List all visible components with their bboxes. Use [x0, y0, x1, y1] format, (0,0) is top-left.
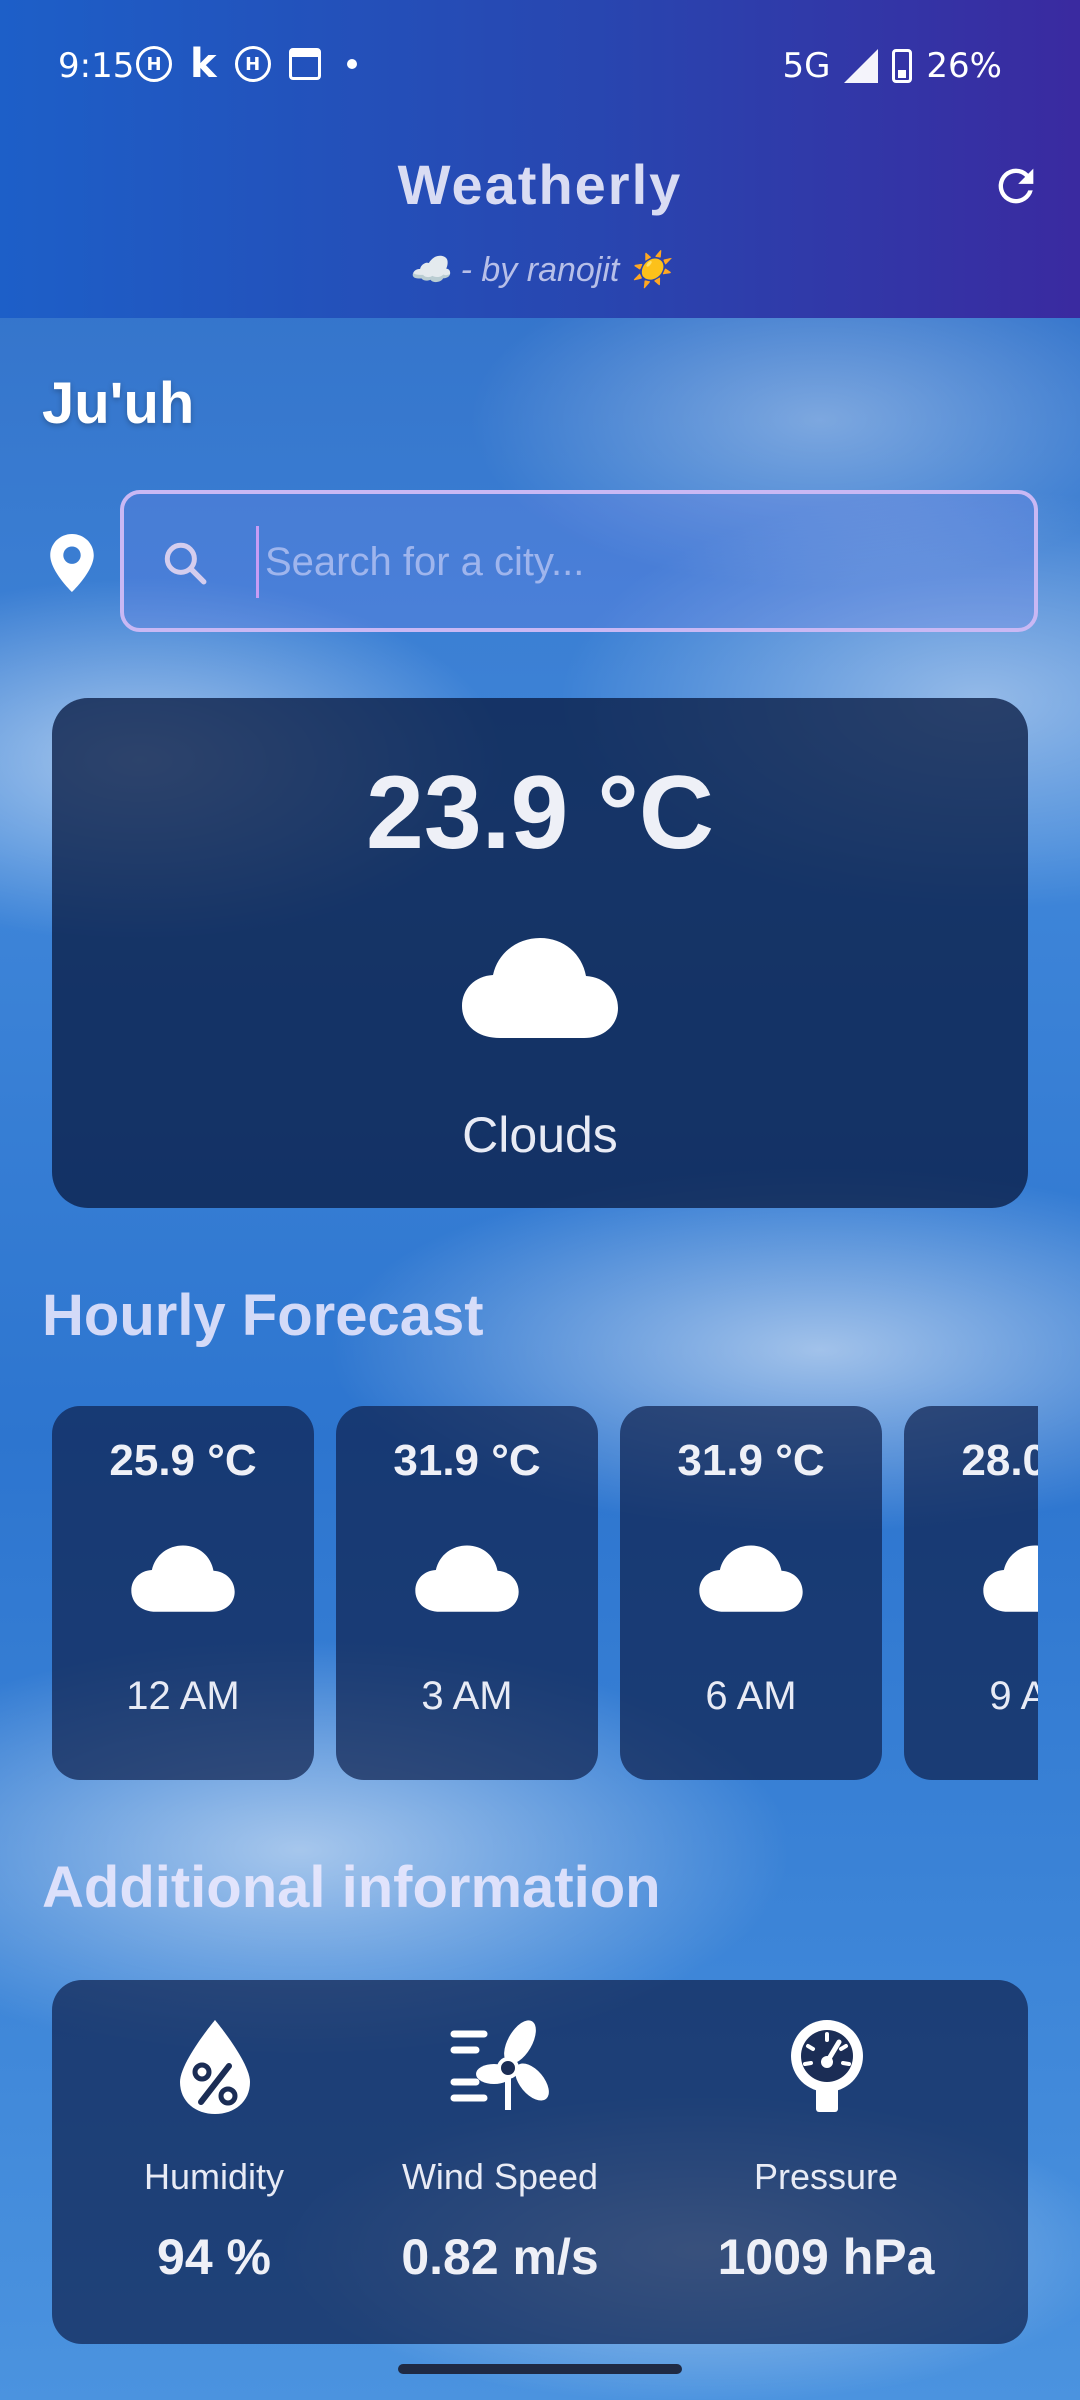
current-temperature: 23.9 °C [365, 755, 714, 871]
pressure-icon [791, 2020, 863, 2112]
search-icon [164, 542, 207, 585]
pressure-item: Pressure 1009 hPa [676, 1980, 976, 2344]
wind-speed-value: 0.82 m/s [401, 2229, 599, 2285]
search-input[interactable] [256, 526, 996, 598]
status-bar: 9:15 H k H 5G 26% [0, 0, 1080, 130]
hourly-forecast-card: 31.9 °C 3 AM [336, 1406, 598, 1780]
cloud-icon [462, 938, 618, 1038]
k-app-notification-icon: k [190, 41, 217, 87]
app-notification-icon: H [136, 46, 172, 82]
cloud-icon [699, 1545, 803, 1612]
hourly-time: 12 AM [126, 1674, 240, 1718]
app-subtitle: ☁️ - by ranojit ☀️ [408, 251, 672, 289]
humidity-label: Humidity [143, 2156, 285, 2197]
hourly-temperature: 31.9 °C [393, 1436, 541, 1485]
wind-speed-item: Wind Speed 0.82 m/s [350, 1980, 650, 2344]
battery-level: 26% [926, 46, 1002, 86]
app-notification-icon: H [234, 46, 271, 82]
status-time: 9:15 [58, 46, 135, 86]
hourly-time: 9 AM [989, 1674, 1038, 1718]
cloud-icon [983, 1545, 1038, 1612]
hourly-temperature: 28.0 °C [961, 1436, 1038, 1485]
status-indicators: 5G 26% [782, 46, 1002, 86]
hourly-forecast-card: 25.9 °C 12 AM [52, 1406, 314, 1780]
home-indicator[interactable] [398, 2364, 682, 2374]
signal-icon [844, 49, 879, 83]
app-bar: 9:15 H k H 5G 26% Weatherly ☁️ - by rano… [0, 0, 1080, 318]
battery-icon [892, 49, 913, 83]
pressure-label: Pressure [753, 2156, 899, 2197]
city-name: Ju'uh [42, 371, 195, 436]
humidity-icon [180, 2020, 250, 2114]
hourly-time: 6 AM [705, 1674, 797, 1718]
current-condition: Clouds [462, 1107, 618, 1163]
wind-icon [450, 2020, 549, 2110]
hourly-forecast-list[interactable]: 25.9 °C 12 AM 31.9 °C 3 AM 31.9 °C 6 AM … [52, 1406, 1038, 1786]
hourly-forecast-card: 31.9 °C 6 AM [620, 1406, 882, 1780]
wind-speed-label: Wind Speed [401, 2156, 599, 2197]
calendar-icon [288, 48, 321, 80]
app-title: Weatherly [397, 153, 683, 216]
network-type: 5G [782, 46, 831, 86]
additional-info-title: Additional information [42, 1855, 661, 1920]
humidity-value: 94 % [157, 2229, 271, 2285]
refresh-button[interactable] [990, 160, 1042, 212]
additional-info-card: Humidity 94 % Wind Speed 0.82 m/s Pressu… [52, 1980, 1028, 2344]
current-weather-card: 23.9 °C Clouds [52, 698, 1028, 1208]
hourly-temperature: 25.9 °C [109, 1436, 257, 1485]
notification-icons: H k H [136, 41, 357, 87]
humidity-item: Humidity 94 % [64, 1980, 364, 2344]
hourly-temperature: 31.9 °C [677, 1436, 825, 1485]
location-pin-icon [50, 534, 94, 592]
cloud-icon [131, 1545, 235, 1612]
cloud-icon [415, 1545, 519, 1612]
current-location-button[interactable] [50, 534, 94, 592]
pressure-value: 1009 hPa [717, 2229, 935, 2285]
search-box[interactable] [120, 490, 1038, 632]
hourly-forecast-card: 28.0 °C 9 AM [904, 1406, 1038, 1780]
more-notifications-dot-icon [346, 59, 357, 69]
refresh-icon [998, 168, 1034, 204]
hourly-forecast-title: Hourly Forecast [42, 1283, 484, 1348]
hourly-time: 3 AM [421, 1674, 513, 1718]
